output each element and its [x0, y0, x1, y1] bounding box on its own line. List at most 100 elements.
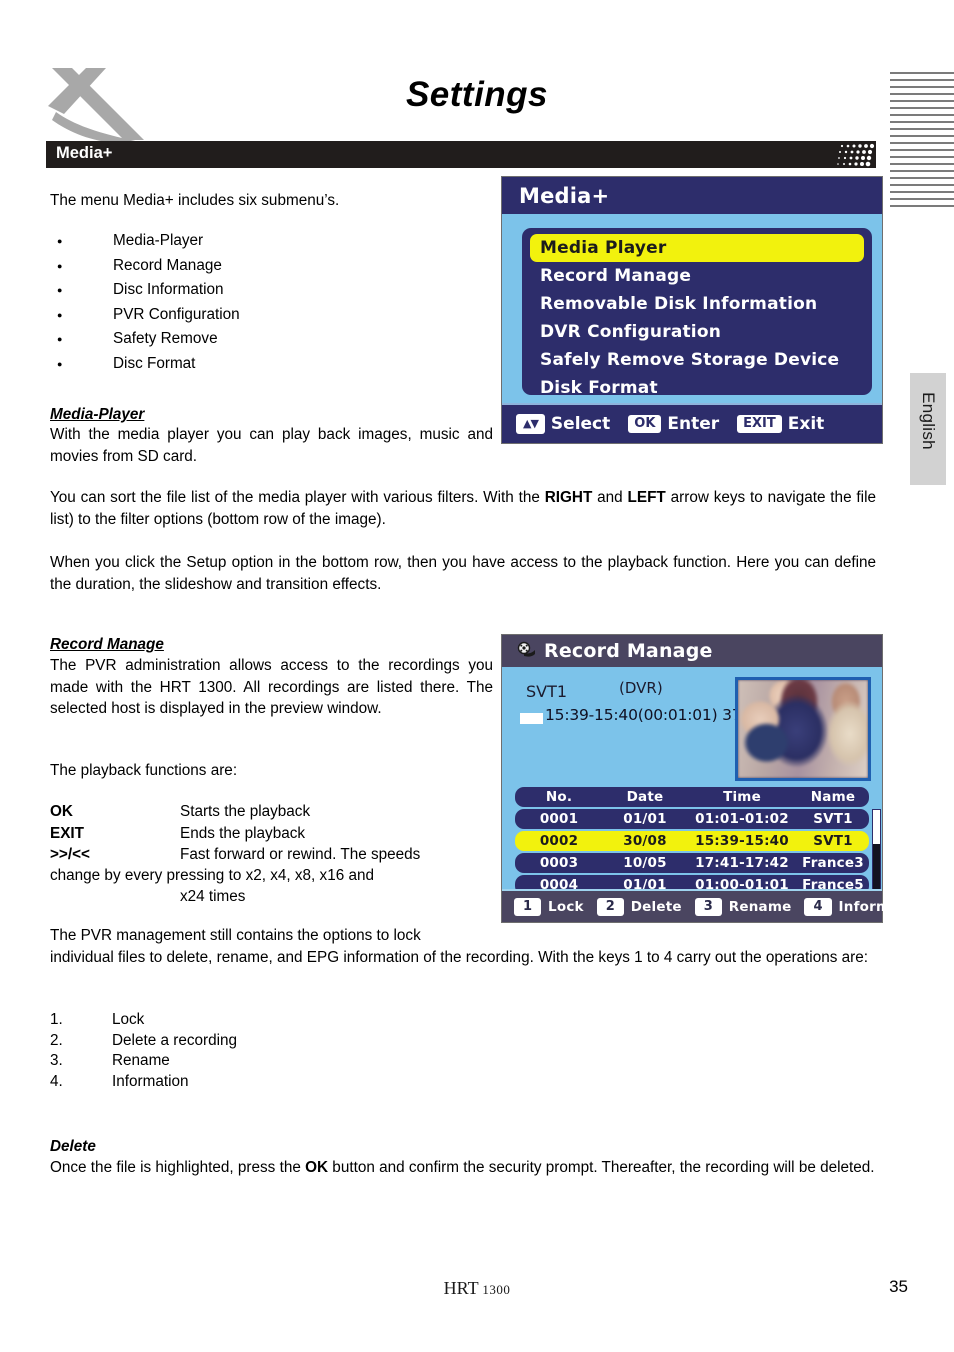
osd-action-information[interactable]: 4 Information	[804, 897, 931, 916]
record-manage-osd-screenshot: Record Manage SVT1 (DVR) 15:39-15:40(00:…	[501, 634, 930, 923]
key-description: Starts the playback	[180, 803, 311, 820]
recording-info-panel: SVT1 (DVR) 15:39-15:40(00:01:01) 37M	[509, 673, 875, 785]
record-manage-paragraph: The PVR administration allows access to …	[50, 657, 493, 717]
recording-time-info: 15:39-15:40(00:01:01) 37M	[545, 706, 755, 724]
list-item: 2. Delete a recording	[50, 1031, 490, 1052]
record-manage-heading: Record Manage	[50, 636, 164, 653]
table-row[interactable]: 0003 10/05 17:41-17:42 France3	[515, 853, 869, 873]
list-item-number: 2.	[50, 1031, 63, 1049]
list-item-label: Record Manage	[113, 256, 222, 274]
cell-no: 0003	[539, 855, 579, 871]
cell-time: 17:41-17:42	[695, 855, 789, 871]
list-item-label: Safety Remove	[113, 330, 218, 348]
playback-keys-table: OK Starts the playback EXIT Ends the playb…	[50, 801, 495, 866]
list-item: Disc Information	[50, 279, 490, 304]
cell-time: 01:01-01:02	[695, 811, 789, 827]
number-key-1-icon: 1	[514, 897, 542, 916]
delete-paragraph: Once the file is highlighted, press the …	[50, 1157, 876, 1179]
list-item-label: Delete a recording	[112, 1031, 237, 1049]
osd-title: Record Manage	[544, 640, 713, 662]
key-label: >>/<<	[50, 846, 90, 863]
media-player-setup-paragraph: When you click the Setup option in the b…	[50, 554, 876, 593]
list-item-label: Disc Format	[113, 354, 196, 372]
table-row[interactable]: 0001 01/01 01:01-01:02 SVT1	[515, 809, 869, 829]
media-player-paragraph: With the media player you can play back …	[50, 426, 493, 465]
footer-model-logo: HRT 1300	[0, 1278, 954, 1299]
osd-action-label: Delete	[630, 898, 682, 915]
text-run: You can sort the file list of the media …	[50, 489, 545, 506]
list-item: 3. Rename	[50, 1051, 490, 1072]
page-canvas: Settings Media+ English The menu Media+ …	[0, 0, 954, 1352]
cell-no: 0001	[539, 811, 579, 827]
list-item-label: Lock	[112, 1011, 145, 1028]
list-item-label: Media-Player	[113, 232, 204, 249]
cell-date: 10/05	[623, 855, 667, 871]
list-item-number: 3.	[50, 1052, 63, 1070]
pvr-management-rest: individual files to delete, rename, and …	[50, 949, 868, 966]
margin-rule-decoration	[890, 72, 954, 212]
list-item: PVR Configuration	[50, 304, 490, 329]
osd-hint-exit[interactable]: EXIT Exit	[737, 414, 824, 434]
number-key-3-icon: 3	[694, 897, 722, 916]
osd-body: SVT1 (DVR) 15:39-15:40(00:01:01) 37M No.…	[502, 667, 882, 897]
list-item-number: 1.	[50, 1011, 63, 1028]
page-title: Settings	[405, 75, 549, 114]
list-item: 4. Information	[50, 1072, 490, 1093]
list-item-label: Information	[112, 1072, 189, 1090]
osd-menu-item-media-player[interactable]: Media Player	[530, 234, 864, 262]
delete-heading: Delete	[50, 1138, 96, 1155]
osd-footer-bar: 1 Lock 2 Delete 3 Rename 4 Information	[502, 889, 930, 922]
preview-image	[738, 680, 868, 778]
osd-footer-bar: ▲▼ Select OK Enter EXIT Exit	[502, 403, 882, 443]
cell-name: SVT1	[813, 811, 853, 827]
media-player-heading: Media-Player	[50, 406, 145, 423]
osd-action-rename[interactable]: 3 Rename	[694, 897, 792, 916]
cell-date: 01/01	[623, 811, 667, 827]
key-label: EXIT	[50, 824, 84, 842]
key-description: Ends the playback	[180, 824, 306, 842]
table-header-row: No. Date Time Name	[515, 787, 869, 807]
osd-hint-label: Enter	[667, 414, 720, 434]
list-item-label: Disc Information	[113, 281, 224, 299]
list-item: Disc Format	[50, 353, 490, 378]
osd-action-label: Information	[838, 898, 931, 915]
table-row: EXIT Ends the playback	[50, 823, 495, 845]
text-run: and	[592, 489, 628, 506]
footer-model-name: HRT	[443, 1278, 479, 1298]
osd-action-label: Rename	[728, 898, 792, 915]
pvr-management-line1: The PVR management still contains the op…	[50, 927, 421, 944]
list-item: Safety Remove	[50, 328, 490, 353]
osd-menu-item-dvr-configuration[interactable]: DVR Configuration	[530, 318, 864, 346]
scrollbar[interactable]	[872, 809, 881, 897]
column-header-time: Time	[723, 789, 761, 805]
osd-hint-label: Exit	[787, 414, 825, 434]
ok-key-label: OK	[305, 1159, 329, 1176]
osd-menu-item-record-manage[interactable]: Record Manage	[530, 262, 864, 290]
number-key-2-icon: 2	[596, 897, 624, 916]
osd-hint-select[interactable]: ▲▼ Select	[516, 414, 610, 434]
osd-menu-item-disk-format[interactable]: Disk Format	[530, 374, 864, 402]
section-bar: Media+	[46, 141, 876, 168]
media-plus-osd-screenshot: Media+ Media Player Record Manage Remova…	[501, 176, 883, 444]
list-item: Record Manage	[50, 255, 490, 280]
osd-hint-label: Select	[550, 414, 611, 434]
ok-key-icon: OK	[628, 415, 662, 433]
osd-menu-item-safely-remove-storage-device[interactable]: Safely Remove Storage Device	[530, 346, 864, 374]
cell-time: 15:39-15:40	[695, 833, 789, 849]
playback-speeds-line-2: x24 times	[180, 888, 246, 905]
osd-hint-enter[interactable]: OK Enter	[628, 414, 719, 434]
key-right-label: RIGHT	[544, 489, 593, 506]
list-item-number: 4.	[50, 1072, 63, 1090]
text-run: button and confirm the security prompt. …	[328, 1159, 875, 1176]
osd-action-lock[interactable]: 1 Lock	[514, 897, 584, 916]
cell-name: SVT1	[813, 833, 853, 849]
list-item-label: PVR Configuration	[113, 305, 240, 323]
table-row: >>/<< Fast forward or rewind. The speeds	[50, 844, 495, 866]
section-heading: Media+	[56, 144, 113, 162]
language-tab[interactable]: English	[910, 373, 946, 485]
table-row[interactable]: 0002 30/08 15:39-15:40 SVT1	[515, 831, 869, 851]
operations-numbered-list: 1. Lock 2. Delete a recording 3. Rename 4. I…	[50, 1010, 490, 1092]
osd-menu-item-removable-disk-information[interactable]: Removable Disk Information	[530, 290, 864, 318]
bullet-icon	[50, 279, 113, 304]
osd-action-delete[interactable]: 2 Delete	[596, 897, 682, 916]
